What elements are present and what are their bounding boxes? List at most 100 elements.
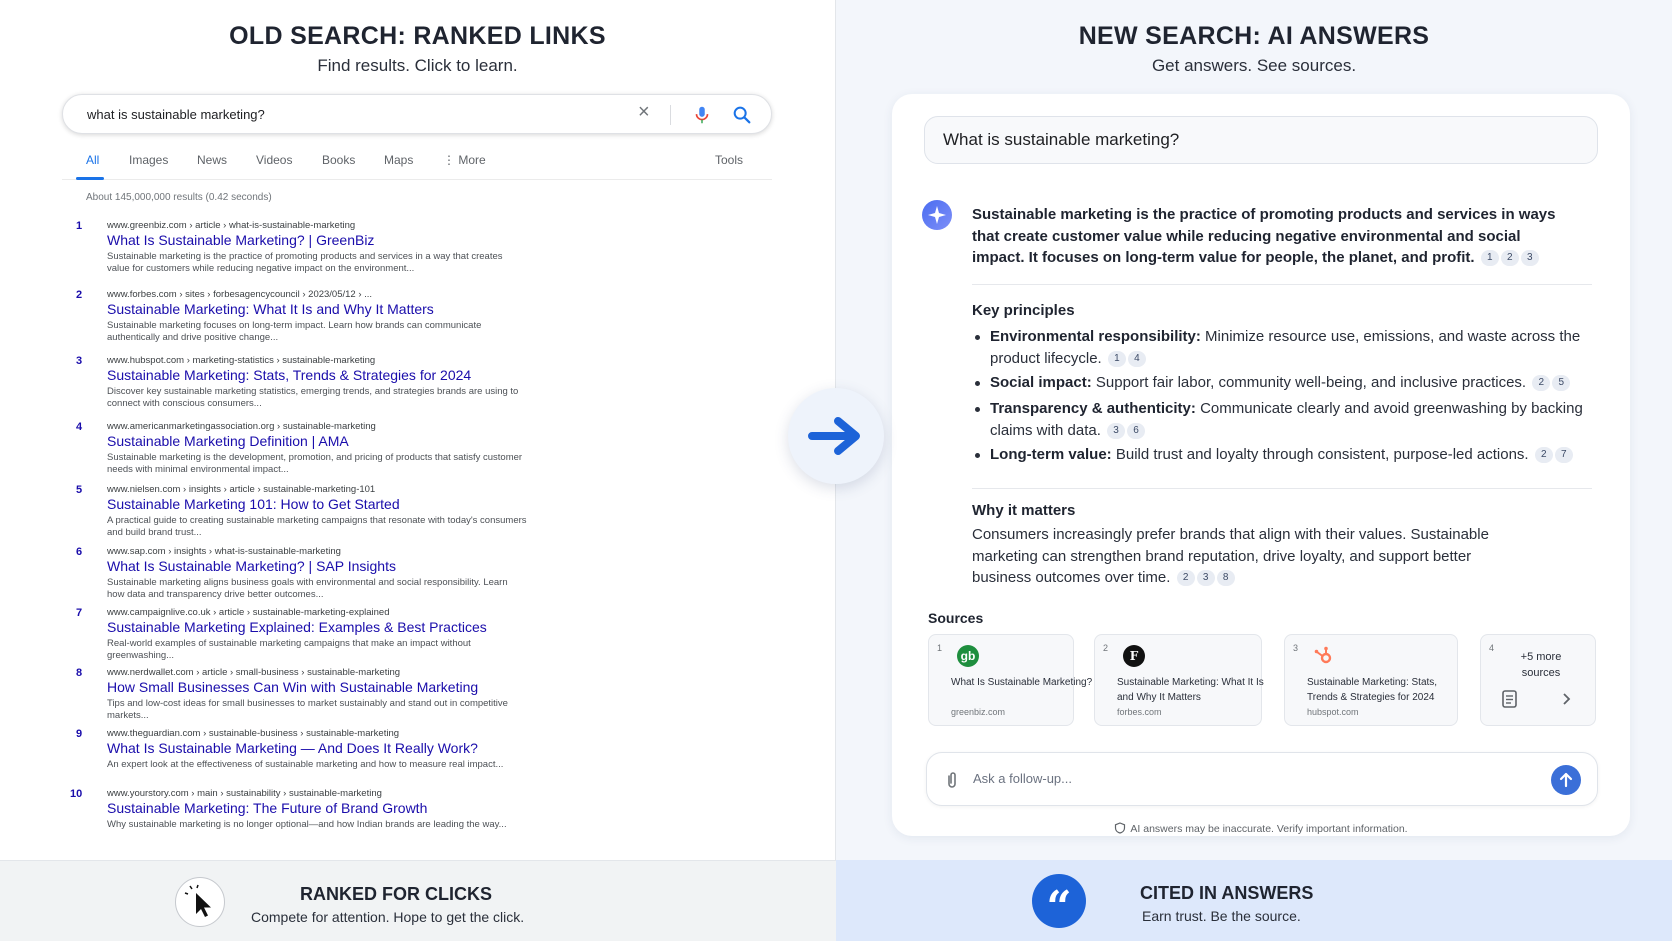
citation-chip[interactable]: 3 (1107, 422, 1126, 439)
result-title-link[interactable]: What Is Sustainable Marketing? | SAP Ins… (107, 558, 396, 574)
citation-chip[interactable]: 1 (1480, 250, 1499, 267)
tab-books[interactable]: Books (322, 153, 355, 167)
principle-item: Transparency & authenticity: Communicate… (972, 398, 1592, 441)
citation-chip[interactable]: 3 (1196, 570, 1215, 587)
result-url: www.nielsen.com › insights › article › s… (107, 484, 376, 495)
followup-input[interactable]: Ask a follow-up... (926, 752, 1598, 806)
ai-query-text: What is sustainable marketing? (943, 130, 1180, 149)
citation-chip[interactable]: 4 (1127, 350, 1146, 367)
source-title: Sustainable Marketing: What It Is and Wh… (1117, 677, 1264, 703)
source-card[interactable]: 2 F Sustainable Marketing: What It Is an… (1094, 634, 1264, 726)
comparison-page: OLD SEARCH: RANKED LINKS Find results. C… (0, 0, 1672, 941)
why-it-matters-text: Consumers increasingly prefer brands tha… (972, 524, 1512, 589)
tab-news[interactable]: News (197, 153, 227, 167)
result-number: 10 (70, 788, 83, 800)
tab-videos[interactable]: Videos (256, 153, 292, 167)
ai-query-box[interactable]: What is sustainable marketing? (924, 116, 1598, 164)
citation-chip[interactable]: 2 (1534, 447, 1553, 464)
source-number: 4 (1489, 643, 1495, 653)
source-card[interactable]: 3 Sustainable Marketing: Stats, Trends &… (1284, 634, 1458, 726)
shield-icon (1115, 822, 1126, 834)
forbes-logo-icon: F (1123, 645, 1145, 667)
result-number: 5 (76, 484, 83, 496)
arrow-right-icon (808, 417, 860, 455)
disclaimer: AI answers may be inaccurate. Verify imp… (892, 822, 1630, 835)
tab-maps[interactable]: Maps (384, 153, 413, 167)
ai-search-title: NEW SEARCH: AI ANSWERS (1078, 22, 1430, 50)
result-number: 2 (76, 289, 83, 301)
sources-heading: Sources (928, 610, 984, 626)
tab-tools[interactable]: Tools (715, 153, 743, 167)
tab-active-indicator (76, 177, 104, 180)
citation-chip[interactable]: 2 (1532, 375, 1551, 392)
result-title-link[interactable]: Sustainable Marketing Definition | AMA (107, 433, 349, 449)
result-title-link[interactable]: Sustainable Marketing: The Future of Bra… (107, 800, 427, 816)
citation-chip[interactable]: 3 (1520, 250, 1539, 267)
citation-chip[interactable]: 2 (1176, 570, 1195, 587)
result-snippet: Sustainable marketing is the practice of… (107, 251, 503, 274)
attach-icon[interactable] (945, 770, 959, 790)
principle-item: Social impact: Support fair labor, commu… (972, 372, 1592, 394)
result-snippet: Why sustainable marketing is no longer o… (107, 819, 507, 830)
quote-icon: “ (1032, 874, 1086, 933)
old-search-subtitle: Find results. Click to learn. (317, 56, 518, 75)
result-title-link[interactable]: Sustainable Marketing 101: How to Get St… (107, 496, 400, 512)
send-button[interactable] (1551, 765, 1581, 795)
source-domain: forbes.com (1117, 707, 1162, 717)
search-input[interactable]: what is sustainable marketing? (87, 107, 265, 122)
citation-chip[interactable]: 5 (1552, 375, 1571, 392)
microphone-icon[interactable] (691, 104, 713, 126)
search-divider (670, 105, 671, 125)
citation-chip[interactable]: 1 (1107, 350, 1126, 367)
principle-item: Long-term value: Build trust and loyalty… (972, 444, 1592, 466)
result-title-link[interactable]: What Is Sustainable Marketing? | GreenBi… (107, 232, 374, 248)
greenbiz-logo-icon: gb (957, 645, 979, 667)
transition-arrow (788, 388, 884, 484)
result-url: www.nerdwallet.com › article › small-bus… (107, 667, 401, 678)
result-title-link[interactable]: What Is Sustainable Marketing — And Does… (107, 740, 478, 756)
tab-more[interactable]: ⋮ More (443, 153, 486, 167)
result-snippet: Discover key sustainable marketing stati… (107, 386, 519, 409)
result-title-link[interactable]: Sustainable Marketing: What It Is and Wh… (107, 301, 434, 317)
key-principles-heading: Key principles (972, 302, 1075, 319)
citation-chip[interactable]: 2 (1500, 250, 1519, 267)
tab-more-label: More (458, 153, 486, 167)
ai-footer-title: CITED IN ANSWERS (1140, 883, 1314, 903)
click-cursor-icon (175, 877, 225, 927)
old-footer-title: RANKED FOR CLICKS (300, 884, 492, 904)
result-number: 4 (76, 421, 83, 433)
principle-term: Long-term value: (990, 446, 1112, 463)
result-snippet: A practical guide to creating sustainabl… (107, 515, 527, 538)
citation-chip[interactable]: 8 (1216, 570, 1235, 587)
search-box[interactable]: what is sustainable marketing? × (62, 94, 772, 134)
result-title-link[interactable]: How Small Businesses Can Win with Sustai… (107, 679, 478, 695)
clear-icon[interactable]: × (638, 101, 650, 124)
search-icon[interactable] (731, 104, 753, 126)
citation-chip[interactable]: 6 (1127, 422, 1146, 439)
source-title: What Is Sustainable Marketing? (951, 677, 1093, 688)
tab-images[interactable]: Images (129, 153, 168, 167)
old-search-footer: RANKED FOR CLICKS Compete for attention.… (0, 860, 836, 941)
ai-footer-subtitle: Earn trust. Be the source. (1142, 908, 1301, 924)
principle-term: Social impact: (990, 374, 1092, 391)
result-snippet: An expert look at the effectiveness of s… (107, 759, 504, 770)
result-url: www.americanmarketingassociation.org › s… (107, 421, 376, 432)
source-title: Sustainable Marketing: Stats, Trends & S… (1307, 677, 1438, 703)
old-search-title: OLD SEARCH: RANKED LINKS (229, 22, 606, 50)
old-search-panel: OLD SEARCH: RANKED LINKS Find results. C… (0, 0, 836, 860)
result-number: 3 (76, 355, 83, 367)
source-card[interactable]: 1 gb What Is Sustainable Marketing? gree… (928, 634, 1092, 726)
document-icon (1502, 690, 1517, 708)
source-number: 3 (1293, 643, 1299, 653)
result-number: 7 (76, 607, 83, 619)
result-title-link[interactable]: Sustainable Marketing Explained: Example… (107, 619, 487, 635)
citation-chip[interactable]: 7 (1554, 447, 1573, 464)
chevron-right-icon[interactable] (1561, 692, 1573, 706)
disclaimer-text: AI answers may be inaccurate. Verify imp… (1130, 823, 1408, 835)
result-title-link[interactable]: Sustainable Marketing: Stats, Trends & S… (107, 367, 471, 383)
more-sources-card[interactable]: 4 +5 more sources (1480, 634, 1596, 726)
ai-answer-summary: Sustainable marketing is the practice of… (972, 204, 1572, 269)
result-stats: About 145,000,000 results (0.42 seconds) (86, 192, 272, 203)
tab-all[interactable]: All (86, 153, 99, 167)
result-snippet: Tips and low-cost ideas for small busine… (107, 698, 508, 721)
